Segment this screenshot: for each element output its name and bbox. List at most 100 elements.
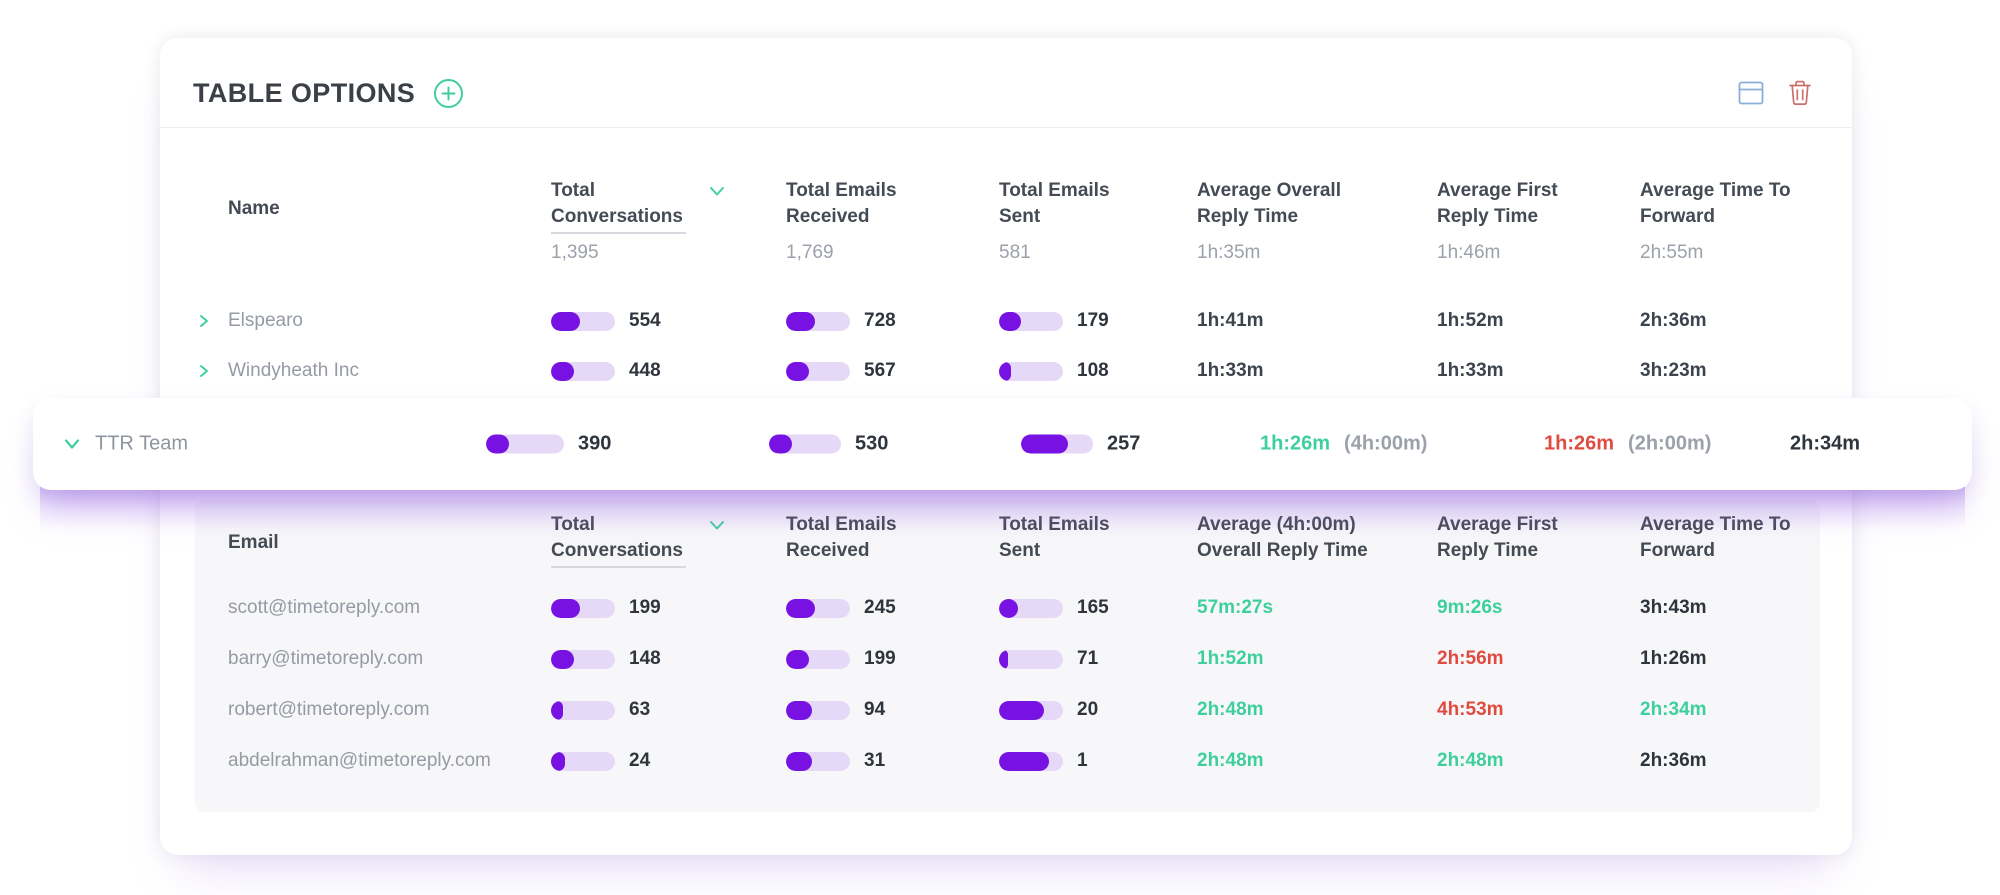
progress-bar <box>551 312 615 331</box>
bar-value: 94 <box>864 699 885 721</box>
avg-forward-cell: 2h:34m <box>1790 433 1860 456</box>
bar-value: 148 <box>629 648 661 670</box>
bar-value: 554 <box>629 310 661 332</box>
progress-bar <box>999 752 1063 771</box>
email-value: scott@timetoreply.com <box>228 597 420 619</box>
col-header-conversations[interactable]: Total Conversations <box>551 178 686 229</box>
page-title: TABLE OPTIONS <box>193 78 415 109</box>
conversations-bar-cell: 148 <box>551 648 661 670</box>
bar-value: 257 <box>1107 433 1140 456</box>
bar-value: 20 <box>1077 699 1098 721</box>
avg-overall-value: 2h:48m <box>1197 750 1264 772</box>
conversations-bar-cell: 448 <box>551 360 661 382</box>
total-sent: 581 <box>999 242 1031 264</box>
sub-table-row[interactable]: robert@timetoreply.com 63 94 20 2h:48m 4… <box>160 686 1852 734</box>
progress-bar <box>999 312 1063 331</box>
main-table-header-row: Name Total Conversations Total Emails Re… <box>160 178 1852 238</box>
bar-value: 108 <box>1077 360 1109 382</box>
table-row-windyheath[interactable]: Windyheath Inc 448 567 108 1h:33m 1h:33m… <box>160 346 1852 396</box>
progress-bar <box>551 362 615 381</box>
bar-value: 179 <box>1077 310 1109 332</box>
expand-chevron-icon[interactable] <box>198 313 210 329</box>
bar-value: 71 <box>1077 648 1098 670</box>
bar-value: 1 <box>1077 750 1088 772</box>
progress-bar <box>551 650 615 669</box>
col-header-name: Name <box>228 196 280 222</box>
avg-forward-value: 3h:23m <box>1640 360 1707 382</box>
progress-bar <box>999 362 1063 381</box>
email-value: abdelrahman@timetoreply.com <box>228 750 491 772</box>
sent-bar-cell: 179 <box>999 310 1109 332</box>
progress-bar <box>769 435 841 454</box>
avg-forward-value: 2h:36m <box>1640 310 1707 332</box>
avg-overall-value: 1h:33m <box>1197 360 1264 382</box>
avg-overall-value: 1h:41m <box>1197 310 1264 332</box>
received-bar-cell: 94 <box>786 699 885 721</box>
progress-bar <box>786 650 850 669</box>
bar-value: 199 <box>864 648 896 670</box>
email-value: robert@timetoreply.com <box>228 699 430 721</box>
avg-first-cell: 1h:26m (2h:00m) <box>1544 433 1711 456</box>
received-bar-cell: 728 <box>786 310 896 332</box>
received-bar-cell: 199 <box>786 648 896 670</box>
total-avg-forward: 2h:55m <box>1640 242 1703 264</box>
col-header-avg-overall: Average Overall Reply Time <box>1197 178 1372 229</box>
bar-value: 245 <box>864 597 896 619</box>
conversations-bar-cell: 24 <box>551 750 650 772</box>
avg-first-value: 2h:56m <box>1437 648 1504 670</box>
conversations-bar-cell: 63 <box>551 699 650 721</box>
sort-underline <box>551 232 686 234</box>
table-row-ttr-team[interactable]: TTR Team 390 530 257 1h:26m (4h:00m) 1h:… <box>33 398 1972 490</box>
bar-value: 448 <box>629 360 661 382</box>
avg-forward-value: 2h:34m <box>1790 433 1860 456</box>
conversations-bar-cell: 554 <box>551 310 661 332</box>
totals-row: 1,395 1,769 581 1h:35m 1h:46m 2h:55m <box>160 242 1852 268</box>
col-header-avg-first: Average First Reply Time <box>1437 178 1589 229</box>
sent-bar-cell: 71 <box>999 648 1098 670</box>
sort-underline <box>551 566 686 568</box>
sort-chevron-icon[interactable] <box>709 186 725 197</box>
avg-forward-value: 3h:43m <box>1640 597 1707 619</box>
col-header-sent: Total Emails Sent <box>999 178 1134 229</box>
collapse-chevron-icon[interactable] <box>63 438 81 451</box>
avg-first-value: 2h:48m <box>1437 750 1504 772</box>
progress-bar <box>551 599 615 618</box>
conversations-bar-cell: 199 <box>551 597 661 619</box>
header-actions <box>1738 80 1812 106</box>
sent-bar-cell: 257 <box>1021 433 1140 456</box>
avg-overall-value: 57m:27s <box>1197 597 1273 619</box>
sent-bar-cell: 1 <box>999 750 1088 772</box>
avg-first-value: 4h:53m <box>1437 699 1504 721</box>
bar-value: 390 <box>578 433 611 456</box>
row-name: Elspearo <box>228 310 303 332</box>
progress-bar <box>786 312 850 331</box>
progress-bar <box>786 599 850 618</box>
sub-table-row[interactable]: abdelrahman@timetoreply.com 24 31 1 2h:4… <box>160 737 1852 785</box>
trash-icon[interactable] <box>1788 80 1812 106</box>
progress-bar <box>551 701 615 720</box>
progress-bar <box>786 362 850 381</box>
total-avg-first: 1h:46m <box>1437 242 1500 264</box>
bar-value: 63 <box>629 699 650 721</box>
progress-bar <box>551 752 615 771</box>
bar-value: 567 <box>864 360 896 382</box>
sub-table-row[interactable]: scott@timetoreply.com 199 245 165 57m:27… <box>160 584 1852 632</box>
received-bar-cell: 31 <box>786 750 885 772</box>
received-bar-cell: 567 <box>786 360 896 382</box>
progress-bar <box>999 650 1063 669</box>
add-circle-icon[interactable] <box>433 78 464 109</box>
progress-bar <box>999 701 1063 720</box>
expand-chevron-icon[interactable] <box>198 363 210 379</box>
sub-table-row[interactable]: barry@timetoreply.com 148 199 71 1h:52m … <box>160 635 1852 683</box>
avg-overall-value: 2h:48m <box>1197 699 1264 721</box>
col-header-received: Total Emails Received <box>786 178 921 229</box>
bar-value: 31 <box>864 750 885 772</box>
avg-forward-value: 2h:34m <box>1640 699 1707 721</box>
received-bar-cell: 530 <box>769 433 888 456</box>
table-row-elspearo[interactable]: Elspearo 554 728 179 1h:41m 1h:52m 2h:36… <box>160 296 1852 346</box>
avg-forward-value: 2h:36m <box>1640 750 1707 772</box>
table-layout-icon[interactable] <box>1738 81 1764 105</box>
avg-first-value: 1h:26m <box>1544 433 1614 456</box>
row-name: Windyheath Inc <box>228 360 359 382</box>
card-header: TABLE OPTIONS <box>160 38 1852 124</box>
